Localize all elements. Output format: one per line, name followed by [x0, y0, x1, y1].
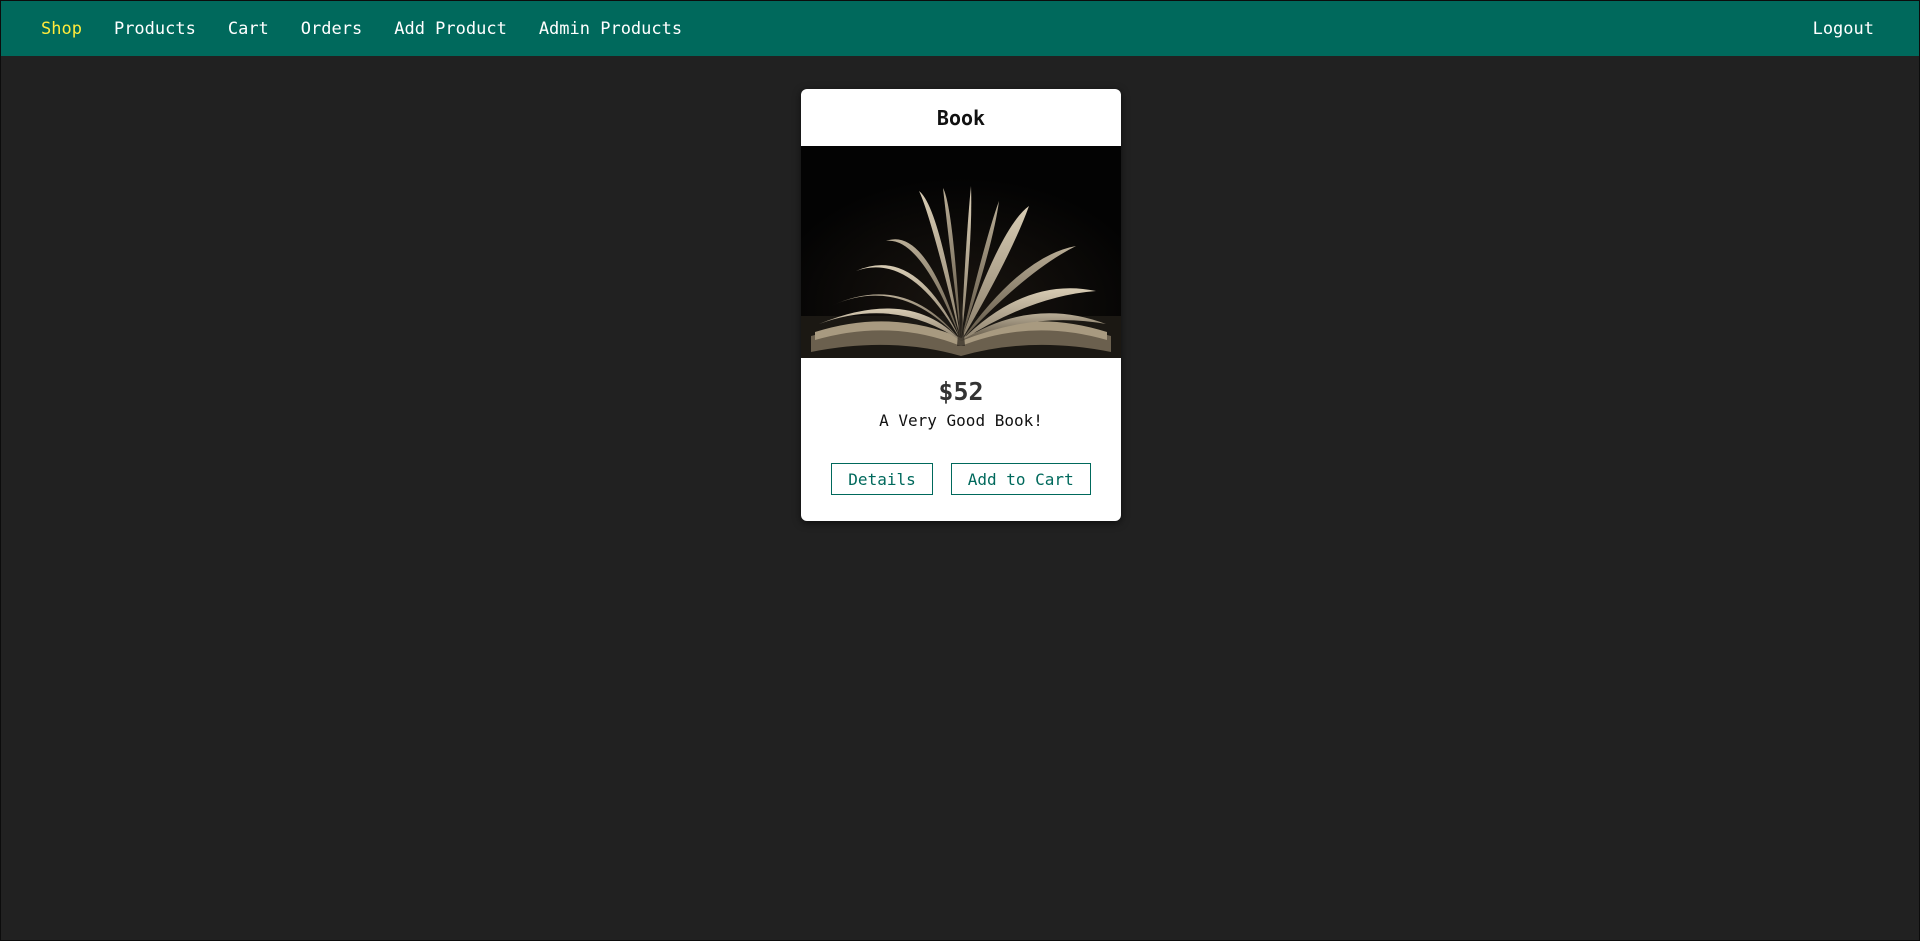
- nav-item-admin-products[interactable]: Admin Products: [539, 19, 682, 39]
- card-actions: Details Add to Cart: [801, 463, 1121, 495]
- details-button[interactable]: Details: [831, 463, 933, 495]
- page: Shop Products Cart Orders Add Product Ad…: [0, 0, 1920, 941]
- product-description: A Very Good Book!: [879, 411, 1043, 430]
- logout-link[interactable]: Logout: [1813, 1, 1874, 56]
- product-card: Book $52 A Very Good Book! Details Add t…: [801, 89, 1121, 521]
- main-nav: Shop Products Cart Orders Add Product Ad…: [41, 1, 714, 56]
- card-header: Book: [801, 89, 1121, 146]
- nav-item-orders[interactable]: Orders: [301, 19, 362, 39]
- main-header: Shop Products Cart Orders Add Product Ad…: [1, 1, 1919, 56]
- nav-item-products[interactable]: Products: [114, 19, 196, 39]
- add-to-cart-button[interactable]: Add to Cart: [950, 463, 1091, 495]
- nav-item-add-product[interactable]: Add Product: [394, 19, 507, 39]
- product-price: $52: [938, 377, 984, 406]
- nav-item-cart[interactable]: Cart: [228, 19, 269, 39]
- nav-item-shop[interactable]: Shop: [41, 19, 82, 39]
- product-title: Book: [936, 105, 986, 130]
- card-content: $52 A Very Good Book!: [801, 358, 1121, 432]
- open-book-image: [801, 146, 1121, 358]
